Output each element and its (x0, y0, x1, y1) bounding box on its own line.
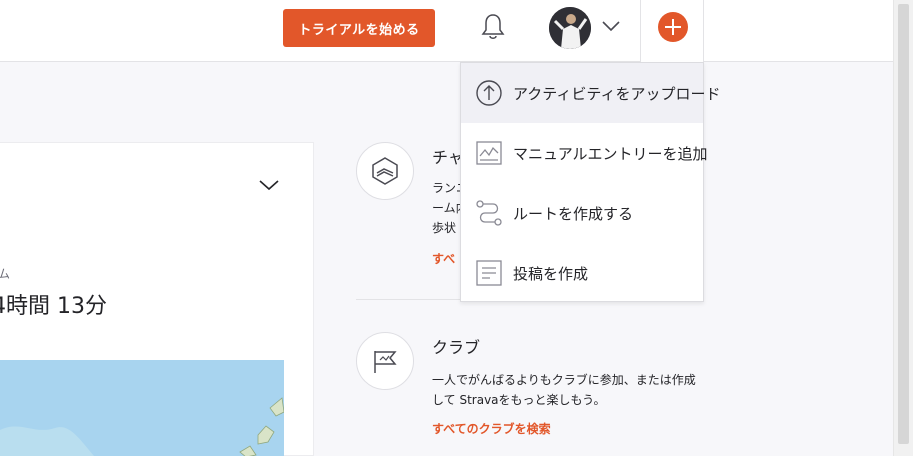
notifications-bell-icon[interactable] (480, 12, 506, 42)
find-clubs-link[interactable]: すべてのクラブを検索 (432, 420, 551, 437)
upload-icon (476, 80, 502, 106)
route-icon (476, 200, 502, 226)
stat-value: 4時間 13分 (0, 294, 107, 319)
menu-item-create-post[interactable]: 投稿を作成 (461, 243, 703, 303)
create-menu-toggle[interactable] (640, 0, 704, 62)
menu-item-create-route[interactable]: ルートを作成する (461, 183, 703, 243)
profile-menu-chevron-down-icon[interactable] (600, 18, 622, 34)
card-chevron-down-icon[interactable] (258, 177, 280, 191)
vertical-scrollbar[interactable] (893, 0, 913, 456)
menu-item-upload-activity[interactable]: アクティビティをアップロード (461, 63, 720, 123)
manual-entry-icon (476, 141, 502, 165)
profile-stats-card: ム 4時間 13分 (0, 142, 314, 456)
menu-item-manual-entry[interactable]: マニュアルエントリーを追加 (461, 123, 708, 183)
challenges-link[interactable]: すべ (432, 250, 455, 267)
clubs-title: クラブ (432, 338, 481, 357)
stat-label: ム (0, 267, 11, 281)
create-dropdown-menu: アクティビティをアップロード マニュアルエントリーを追加 ルートを作成する 投稿… (460, 62, 720, 303)
menu-item-label: ルートを作成する (513, 204, 634, 223)
scrollbar-thumb[interactable] (898, 4, 909, 444)
top-navigation-bar: トライアルを始める (0, 0, 893, 62)
menu-item-label: マニュアルエントリーを追加 (513, 144, 708, 163)
plus-icon[interactable] (658, 12, 688, 42)
flag-icon (356, 332, 414, 390)
menu-item-label: 投稿を作成 (513, 264, 589, 283)
menu-item-label: アクティビティをアップロード (513, 84, 721, 103)
activity-map[interactable] (0, 360, 284, 456)
user-avatar[interactable] (549, 7, 591, 49)
post-icon (476, 260, 502, 286)
start-trial-button[interactable]: トライアルを始める (283, 9, 435, 47)
clubs-description: 一人でがんばるよりもクラブに参加、または作成して Stravaをもっと楽しもう。 (432, 373, 696, 407)
challenge-hexagon-icon (356, 142, 414, 200)
